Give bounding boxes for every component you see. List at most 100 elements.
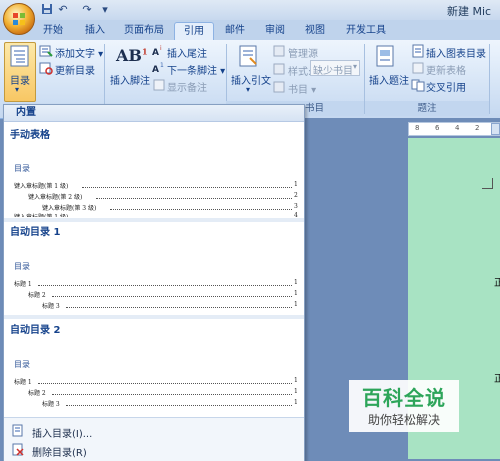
- window-title: 新建 Mic: [447, 5, 492, 18]
- add-text-label: 添加文字: [55, 49, 95, 60]
- toc-preview-page: 3: [294, 203, 298, 210]
- gallery-commands: 插入目录(I)... 删除目录(R): [4, 417, 304, 461]
- gallery-header-label: 内置: [16, 107, 36, 118]
- insert-citation-button[interactable]: 插入引文: [231, 72, 271, 87]
- insert-toc-menu-item[interactable]: 插入目录(I)...: [32, 425, 92, 440]
- insert-citation-icon: [239, 45, 257, 67]
- insert-footnote-icon: AB1: [116, 46, 148, 65]
- document-text: 正: [494, 374, 500, 385]
- next-footnote-icon: A1: [152, 62, 164, 75]
- tab-mailings[interactable]: 邮件: [218, 22, 252, 39]
- indent-marker-icon[interactable]: [491, 123, 500, 135]
- toc-preview-line: 标题 2: [28, 390, 46, 397]
- section-divider: [4, 315, 304, 319]
- toc-preview-line: 键入章标题(第 1 级): [14, 212, 68, 217]
- toc-preview-title: 目录: [14, 262, 30, 271]
- manage-sources-icon: [273, 45, 285, 57]
- office-logo-icon: [13, 13, 25, 25]
- toc-preview-title: 目录: [14, 164, 30, 173]
- bibliography-button[interactable]: 书目 ▾: [288, 81, 316, 96]
- next-footnote-button[interactable]: 下一条脚注 ▾: [167, 62, 225, 77]
- office-button[interactable]: [3, 3, 35, 35]
- delete-toc-icon: [12, 443, 24, 456]
- horizontal-ruler: 8 6 4 2: [408, 122, 500, 136]
- redo-icon[interactable]: ↷: [80, 3, 94, 16]
- toc-dropdown-arrow-icon: ▾: [15, 85, 20, 94]
- ruler-tick: 6: [435, 124, 440, 132]
- manage-sources-button: 管理源: [288, 49, 318, 60]
- toc-preview-page: 1: [294, 279, 298, 286]
- tab-developer[interactable]: 开发工具: [338, 22, 394, 39]
- ruler-tick: 4: [455, 124, 460, 132]
- toc-leader-dots: [38, 280, 292, 286]
- toc-icon: [10, 45, 29, 67]
- update-table-icon: [412, 62, 424, 74]
- svg-text:A: A: [152, 48, 159, 58]
- insert-toc-icon: [12, 424, 23, 437]
- toc-preview-page: 1: [294, 399, 298, 406]
- add-text-button[interactable]: 添加文字 ▾: [55, 45, 103, 60]
- insert-endnote-button[interactable]: 插入尾注: [167, 45, 207, 60]
- style-select-value: 缺少书目: [313, 66, 353, 77]
- toc-preview-page: 1: [294, 388, 298, 395]
- toc-preview-auto-2[interactable]: 目录 标题 1 1 标题 2 1 标题 3 1: [12, 335, 298, 411]
- section-divider: [4, 218, 304, 222]
- toc-leader-dots: [96, 193, 292, 199]
- watermark-title: 百科全说: [362, 386, 446, 410]
- insert-footnote-button[interactable]: 插入脚注: [110, 72, 150, 87]
- toc-leader-dots: [52, 389, 292, 395]
- tab-insert[interactable]: 插入: [78, 22, 112, 39]
- toc-gallery-dropdown: 内置 手动表格 目录 键入章标题(第 1 级) 1 键入章标题(第 2 级) 2…: [3, 104, 305, 461]
- gallery-header: 内置: [4, 105, 304, 122]
- bibliography-label: 书目: [288, 85, 308, 96]
- tab-references[interactable]: 引用: [174, 22, 214, 40]
- toc-preview-line: 键入章标题(第 3 级): [42, 205, 97, 212]
- margin-corner-mark: [482, 178, 493, 189]
- tab-page-layout[interactable]: 页面布局: [118, 22, 170, 39]
- update-table-button: 更新表格: [426, 66, 466, 77]
- qat-customize-icon[interactable]: ▾: [98, 3, 112, 16]
- toc-preview-page: 4: [294, 212, 298, 217]
- group-separator: [489, 44, 490, 114]
- ruler-tick: 2: [475, 124, 480, 132]
- title-bar: [0, 0, 500, 20]
- tab-view[interactable]: 视图: [298, 22, 332, 39]
- toc-leader-dots: [66, 302, 292, 308]
- add-text-icon: [39, 45, 53, 57]
- cross-reference-icon: [411, 79, 425, 92]
- toc-button-label: 目录: [10, 76, 30, 87]
- toc-preview-title: 目录: [14, 360, 30, 369]
- cross-reference-button[interactable]: 交叉引用: [426, 79, 466, 94]
- bibliography-icon: [273, 81, 285, 93]
- show-notes-button: 显示备注: [167, 83, 207, 94]
- toc-preview-line: 标题 3: [42, 303, 60, 310]
- captions-group-label: 题注: [365, 101, 489, 116]
- toc-preview-page: 1: [294, 181, 298, 188]
- svg-text:1: 1: [160, 62, 164, 69]
- update-toc-button[interactable]: 更新目录: [55, 62, 95, 77]
- save-icon[interactable]: [40, 3, 54, 16]
- undo-icon[interactable]: ↶: [56, 3, 70, 16]
- toc-preview-line: 标题 3: [42, 401, 60, 408]
- toc-preview-manual[interactable]: 目录 键入章标题(第 1 级) 1 键入章标题(第 2 级) 2 键入章标题(第…: [12, 139, 298, 217]
- toc-preview-page: 1: [294, 377, 298, 384]
- tab-review[interactable]: 审阅: [258, 22, 292, 39]
- style-select[interactable]: 缺少书目 ▾: [310, 60, 360, 77]
- show-notes-icon: [153, 79, 165, 91]
- toc-preview-line: 键入章标题(第 2 级): [28, 194, 83, 201]
- toc-preview-page: 1: [294, 301, 298, 308]
- svg-text:A: A: [152, 65, 159, 75]
- toc-preview-auto-1[interactable]: 目录 标题 1 1 标题 2 1 标题 3 1: [12, 237, 298, 312]
- update-toc-icon: [39, 62, 53, 75]
- insert-endnote-icon: Ai: [152, 45, 162, 58]
- watermark-subtitle: 助你轻松解决: [367, 413, 440, 427]
- next-footnote-label: 下一条脚注: [167, 66, 217, 77]
- insert-caption-button[interactable]: 插入题注: [369, 72, 409, 87]
- toc-preview-line: 标题 1: [14, 281, 32, 288]
- delete-toc-menu-item[interactable]: 删除目录(R): [32, 444, 87, 459]
- insert-table-of-figures-button[interactable]: 插入图表目录: [426, 45, 486, 60]
- svg-text:i: i: [160, 45, 162, 52]
- citation-dropdown-arrow-icon: ▾: [246, 85, 251, 94]
- tab-home[interactable]: 开始: [36, 22, 70, 39]
- ruler-tick: 8: [415, 124, 420, 132]
